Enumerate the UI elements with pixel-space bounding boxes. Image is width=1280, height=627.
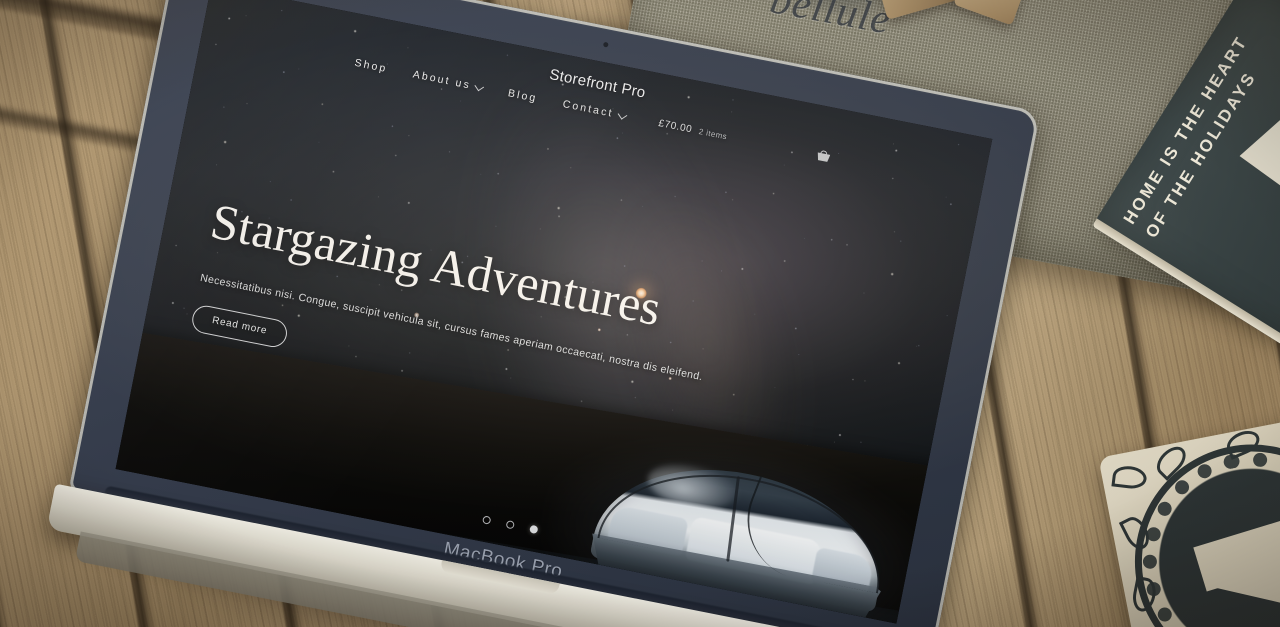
basket-icon[interactable] <box>816 149 831 162</box>
chevron-down-icon <box>474 81 485 91</box>
carousel-dot-3[interactable] <box>529 524 539 535</box>
webcam-icon <box>602 41 609 48</box>
basket-body <box>816 152 830 162</box>
photo-scene: bellule HOME IS THE HEART OF THE HOLIDAY… <box>0 0 1280 627</box>
carousel-dot-2[interactable] <box>505 520 515 530</box>
tile-filigree-leaf <box>1111 464 1148 491</box>
chevron-down-icon <box>617 109 627 120</box>
macbook-pro-laptop: Storefront Pro Shop About us Blog Contac… <box>46 0 1041 627</box>
carousel-dot-1[interactable] <box>481 515 492 525</box>
